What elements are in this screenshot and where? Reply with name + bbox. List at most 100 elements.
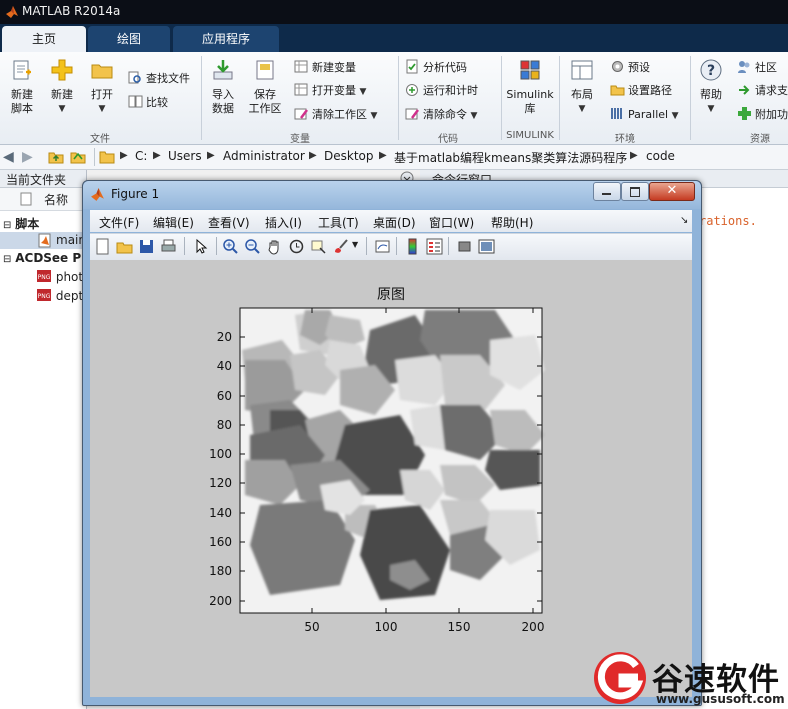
current-folder-header: 当前文件夹 [0,170,86,188]
menu-edit[interactable]: 编辑(E) [153,214,194,231]
name-column-header[interactable]: 名称 [0,188,86,211]
forward-arrow-icon[interactable]: ▶ [22,149,33,165]
save-workspace-button[interactable]: 保存 工作区 [246,58,284,116]
menu-window[interactable]: 窗口(W) [429,214,474,231]
find-files-button[interactable]: 查找文件 [128,70,190,86]
community-button[interactable]: 社区 [737,59,777,75]
new-script-button[interactable]: 新建 脚本 [4,58,40,116]
png-file-icon: PNG [37,270,51,282]
simulink-library-button[interactable]: Simulink 库 [504,58,556,116]
open-variable-icon [294,83,308,96]
run-and-time-button[interactable]: 运行和计时 [405,82,478,98]
colorbar-icon[interactable] [404,238,421,255]
breadcrumb-arrow-icon: ▶ [630,150,638,161]
clear-commands-label: 清除命令 [423,108,467,121]
new-figure-icon[interactable] [94,238,111,255]
breadcrumb-segment-code[interactable]: code [646,149,675,163]
import-data-icon [213,60,233,80]
folder-icon [99,151,115,164]
open-variable-button[interactable]: 打开变量 ▼ [294,82,366,98]
link-plot-icon[interactable] [374,238,391,255]
tree-group-scripts-label: 脚本 [15,217,40,231]
set-path-button[interactable]: 设置路径 [610,82,672,98]
show-plot-tools-icon[interactable] [478,238,495,255]
import-data-button[interactable]: 导入 数据 [204,58,242,116]
breadcrumb-segment-users[interactable]: Users [168,149,202,163]
set-path-icon [610,85,625,96]
clear-workspace-button[interactable]: 清除工作区 ▼ [294,106,377,122]
tab-apps[interactable]: 应用程序 [173,26,279,52]
menu-desktop[interactable]: 桌面(D) [373,214,416,231]
compare-button[interactable]: 比较 [128,94,168,110]
close-button[interactable]: ✕ [649,182,695,201]
clear-commands-button[interactable]: 清除命令 ▼ [405,106,477,122]
save-workspace-label: 保存 工作区 [248,88,282,115]
pan-hand-icon[interactable] [266,238,283,255]
tree-group-scripts[interactable]: ⊟ 脚本 [3,215,39,232]
request-support-button[interactable]: 请求支 [737,82,788,98]
analyze-code-button[interactable]: 分析代码 [405,59,467,75]
parallel-button[interactable]: Parallel ▼ [610,106,679,121]
toolbar-separator [448,237,449,255]
ribbon-separator [201,56,202,140]
preferences-label: 预设 [628,61,650,74]
set-path-label: 设置路径 [628,84,672,97]
breadcrumb-segment-desktop[interactable]: Desktop [324,149,374,163]
menu-insert[interactable]: 插入(I) [265,214,302,231]
figure-canvas[interactable]: 原图 20 40 60 80 100 120 140 160 180 200 5… [90,260,692,697]
print-icon[interactable] [160,238,177,255]
tab-home[interactable]: 主页 [2,26,86,52]
breadcrumb-segment-project[interactable]: 基于matlab编程kmeans聚类算法源码程序 [394,149,627,166]
browse-folder-icon[interactable] [70,149,86,165]
menu-view[interactable]: 查看(V) [208,214,250,231]
new-variable-button[interactable]: 新建变量 [294,59,356,75]
minimize-button[interactable] [593,182,621,201]
pointer-icon[interactable] [192,238,209,255]
legend-icon[interactable] [426,238,443,255]
open-button[interactable]: 打开 ▼ [84,58,120,116]
add-ons-button[interactable]: 附加功 [737,106,788,122]
figure-window[interactable]: Figure 1 ✕ 文件(F) 编辑(E) 查看(V) 插入(I) 工具(T)… [82,180,702,706]
y-tick-label: 160 [209,535,232,549]
layout-button[interactable]: 布局 ▼ [563,58,601,116]
menu-file[interactable]: 文件(F) [99,214,139,231]
new-script-label: 新建 脚本 [11,88,33,115]
brush-icon[interactable] [332,238,349,255]
zoom-out-icon[interactable] [244,238,261,255]
rotate-3d-icon[interactable] [288,238,305,255]
tree-item-depth[interactable]: PNG dept [36,288,83,303]
tree-group-acdsee[interactable]: ⊟ ACDSee PI [3,251,86,265]
breadcrumb-segment-drive[interactable]: C: [135,149,147,163]
menu-tools[interactable]: 工具(T) [318,214,359,231]
preferences-button[interactable]: 预设 [610,59,650,75]
hide-plot-tools-icon[interactable] [456,238,473,255]
brush-dropdown-icon[interactable]: ▼ [352,240,358,249]
clear-workspace-label: 清除工作区 [312,108,367,121]
layout-label: 布局 [571,88,593,101]
breadcrumb-segment-administrator[interactable]: Administrator [223,149,305,163]
watermark-logo-icon [594,652,646,704]
tree-item-photo[interactable]: PNG phot [36,269,83,284]
clear-commands-icon [405,108,419,120]
maximize-button[interactable] [621,182,649,201]
save-icon[interactable] [138,238,155,255]
data-cursor-icon[interactable] [310,238,327,255]
parallel-label: Parallel [628,108,669,121]
open-file-icon[interactable] [116,238,133,255]
new-button[interactable]: 新建 ▼ [44,58,80,116]
tree-item-main[interactable]: main [0,232,86,249]
collapse-icon[interactable]: ⊟ [3,220,11,231]
menu-help[interactable]: 帮助(H) [491,214,533,231]
clear-commands-dropdown-icon: ▼ [470,111,478,121]
collapse-icon[interactable]: ⊟ [3,254,11,265]
open-variable-label: 打开变量 [312,84,356,97]
help-button[interactable]: ? 帮助 ▼ [693,58,729,116]
find-files-label: 查找文件 [146,72,190,85]
back-arrow-icon[interactable]: ◀ [3,149,14,165]
run-and-time-label: 运行和计时 [423,84,478,97]
tab-plots[interactable]: 绘图 [88,26,170,52]
figure-title-bar[interactable]: Figure 1 ✕ [83,181,701,209]
dock-arrow-icon[interactable]: ↘ [680,215,688,226]
zoom-in-icon[interactable] [222,238,239,255]
up-folder-icon[interactable] [48,149,64,165]
